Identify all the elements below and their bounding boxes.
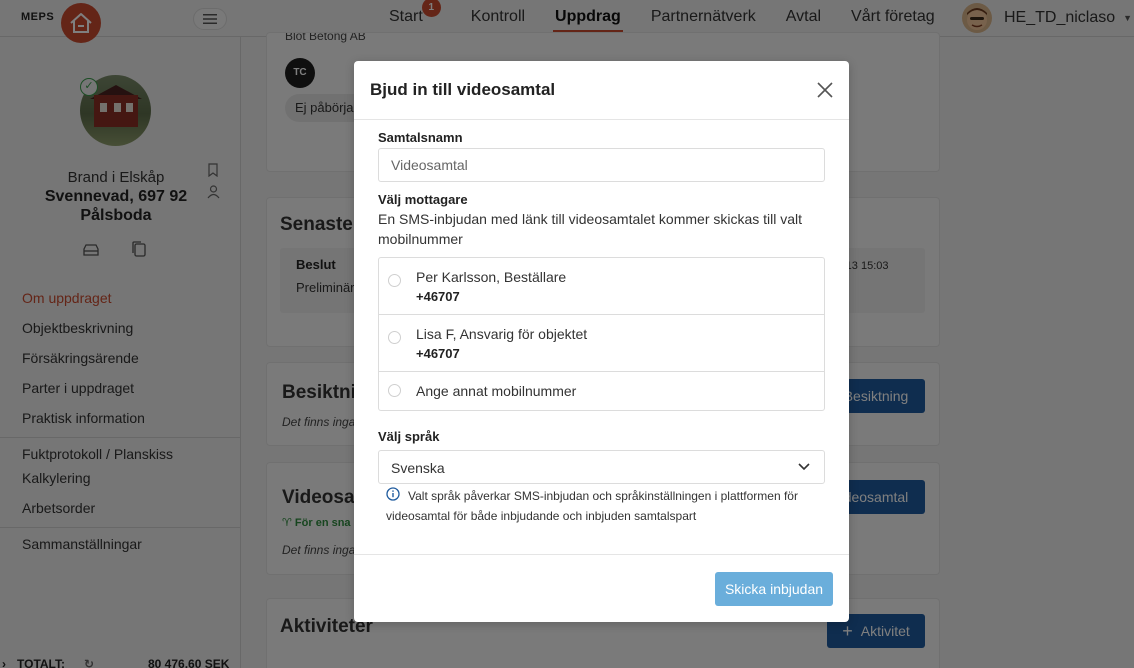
close-button[interactable] [815, 80, 835, 100]
recipient-option[interactable]: Lisa F, Ansvarig för objektet +46707 [379, 315, 824, 372]
call-name-label: Samtalsnamn [378, 130, 463, 145]
recipient-name: Per Karlsson, Beställare [416, 269, 567, 285]
recipient-option[interactable]: Per Karlsson, Beställare +46707 [379, 258, 824, 315]
recipient-name: Lisa F, Ansvarig för objektet [416, 326, 588, 342]
chevron-down-icon [798, 463, 810, 471]
dialog-title: Bjud in till videosamtal [370, 80, 556, 99]
radio-button[interactable] [388, 274, 401, 287]
dialog-footer: Skicka inbjudan [354, 554, 849, 622]
language-info-text: Valt språk påverkar SMS-inbjudan och spr… [386, 489, 798, 523]
recipient-label: Välj mottagare [378, 192, 468, 207]
recipient-phone: +46707 [416, 289, 460, 304]
recipient-option-other[interactable]: Ange annat mobilnummer [379, 372, 824, 410]
close-icon [817, 82, 833, 98]
call-name-input[interactable] [378, 148, 825, 182]
recipient-phone: +46707 [416, 346, 460, 361]
video-invite-dialog: Bjud in till videosamtal Samtalsnamn Väl… [354, 61, 849, 622]
language-select-value: Svenska [391, 460, 445, 476]
language-label: Välj språk [378, 429, 440, 444]
recipient-description: En SMS-inbjudan med länk till videosamta… [378, 211, 803, 247]
recipient-name: Ange annat mobilnummer [416, 383, 577, 399]
send-invite-button[interactable]: Skicka inbjudan [715, 572, 833, 606]
language-select[interactable]: Svenska [378, 450, 825, 484]
dialog-header: Bjud in till videosamtal [354, 61, 849, 120]
radio-button[interactable] [388, 331, 401, 344]
recipient-list: Per Karlsson, Beställare +46707 Lisa F, … [378, 257, 825, 411]
radio-button[interactable] [388, 384, 401, 397]
